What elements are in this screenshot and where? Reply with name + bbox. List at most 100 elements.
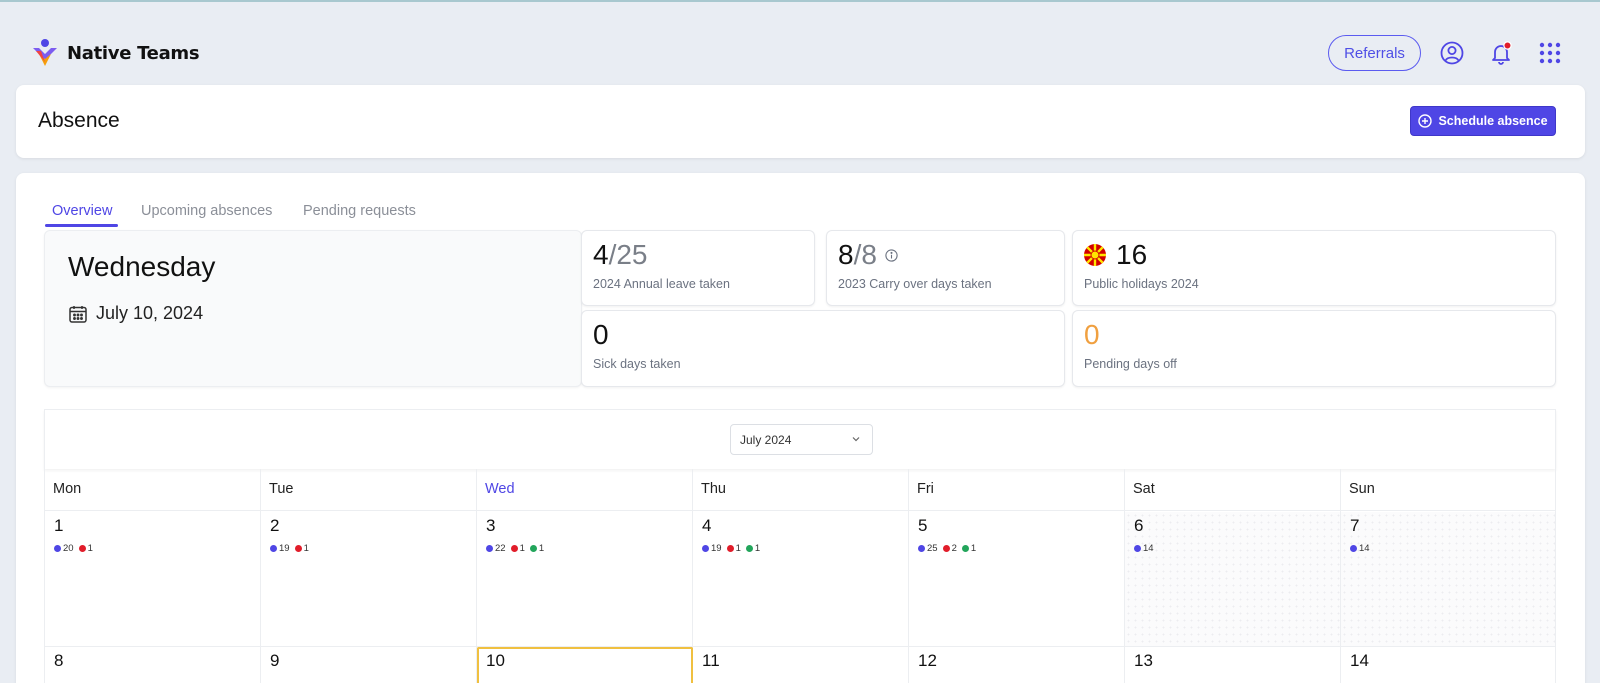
annual-leave-stat: 4/25 2024 Annual leave taken: [581, 230, 815, 306]
absence-count: 1: [303, 543, 309, 554]
calendar-day-cell[interactable]: 14: [1341, 647, 1557, 683]
day-number: 5: [918, 516, 928, 535]
absence-count-badge[interactable]: 19: [702, 543, 722, 554]
calendar-day-cell[interactable]: 4 19 1 1: [693, 512, 909, 646]
carry-over-value: 8/8: [838, 239, 898, 271]
notifications-bell-icon[interactable]: [1488, 40, 1514, 66]
public-holidays-label: Public holidays 2024: [1084, 277, 1199, 291]
absence-count: 20: [63, 543, 74, 554]
absence-count-badge[interactable]: 14: [1350, 543, 1370, 554]
tab-pending-requests[interactable]: Pending requests: [303, 203, 416, 219]
notification-dot: [1503, 41, 1512, 50]
blue-dot-icon: [54, 545, 61, 552]
calendar-day-cell[interactable]: 7 14: [1341, 512, 1557, 646]
absence-header-card: Absence Schedule absence: [16, 85, 1585, 158]
day-number: 6: [1134, 516, 1144, 535]
absence-count: 1: [538, 543, 545, 554]
absence-count: 19: [711, 543, 722, 554]
absence-count: 1: [754, 543, 761, 554]
schedule-absence-button[interactable]: Schedule absence: [1410, 106, 1556, 136]
sick-days-stat: 0 Sick days taken: [581, 310, 1065, 387]
absence-counts: 19 1: [270, 543, 309, 554]
absence-count: 2: [951, 543, 957, 554]
weekday-thu: Thu: [701, 481, 726, 497]
schedule-absence-label: Schedule absence: [1438, 114, 1548, 128]
day-number: 8: [54, 651, 64, 670]
absence-count-badge[interactable]: 14: [1134, 543, 1154, 554]
calendar-day-cell[interactable]: 11: [693, 647, 909, 683]
info-icon[interactable]: [885, 248, 898, 262]
day-number: 9: [270, 651, 280, 670]
blue-dot-icon: [1134, 545, 1141, 552]
calendar-day-cell[interactable]: 5 25 2 1: [909, 512, 1125, 646]
absence-count-badge[interactable]: 1: [294, 543, 309, 554]
calendar-day-cell[interactable]: 12: [909, 647, 1125, 683]
calendar-day-cell[interactable]: 8: [45, 647, 261, 683]
absence-count-badge[interactable]: 1: [745, 543, 761, 554]
blue-dot-icon: [486, 545, 493, 552]
public-holidays-count: 16: [1116, 239, 1148, 270]
absence-count-badge[interactable]: 22: [486, 543, 506, 554]
weekday-tue: Tue: [269, 481, 294, 497]
absence-count-badge[interactable]: 2: [942, 543, 957, 554]
calendar-day-cell[interactable]: 9: [261, 647, 477, 683]
day-number: 11: [702, 651, 720, 670]
absence-count-badge[interactable]: 1: [726, 543, 741, 554]
green-dot-icon: [745, 545, 753, 552]
absence-count-badge[interactable]: 1: [510, 543, 525, 554]
weekday-sat: Sat: [1133, 481, 1155, 497]
calendar-icon: [69, 305, 87, 323]
calendar-day-cell[interactable]: 3 22 1 1: [477, 512, 693, 646]
day-number: 1: [54, 516, 64, 535]
calendar-day-cell[interactable]: 2 19 1: [261, 512, 477, 646]
absence-counts: 25 2 1: [918, 543, 976, 554]
annual-leave-label: 2024 Annual leave taken: [593, 277, 730, 291]
blue-dot-icon: [1350, 545, 1357, 552]
referrals-button[interactable]: Referrals: [1328, 35, 1421, 71]
calendar-day-cell[interactable]: 1 20 1: [45, 512, 261, 646]
pending-days-stat: 0 Pending days off: [1072, 310, 1556, 387]
red-dot-icon: [942, 545, 950, 552]
carry-over-label: 2023 Carry over days taken: [838, 277, 992, 291]
today-panel: Wednesday July 10, 2024: [44, 230, 582, 387]
apps-grid-icon[interactable]: [1537, 40, 1563, 66]
plus-circle-icon: [1418, 114, 1433, 128]
absence-count-badge[interactable]: 1: [529, 543, 545, 554]
sick-days-value: 0: [593, 319, 609, 350]
absence-counts: 22 1 1: [486, 543, 544, 554]
absence-count: 25: [927, 543, 938, 554]
absence-counts: 19 1 1: [702, 543, 760, 554]
blue-dot-icon: [918, 545, 925, 552]
pending-days-value: 0: [1084, 319, 1100, 350]
window-top-border: [0, 0, 1600, 2]
calendar-day-cell[interactable]: 6 14: [1125, 512, 1341, 646]
absence-count-badge[interactable]: 1: [961, 543, 976, 554]
user-profile-icon[interactable]: [1439, 40, 1465, 66]
green-dot-icon: [961, 545, 969, 552]
month-select[interactable]: July 2024: [730, 424, 873, 455]
red-dot-icon: [294, 545, 302, 552]
absence-count-badge[interactable]: 25: [918, 543, 938, 554]
app-name: Native Teams: [67, 42, 200, 64]
day-number: 4: [702, 516, 712, 535]
day-number: 2: [270, 516, 280, 535]
absence-count-badge[interactable]: 20: [54, 543, 74, 554]
absence-count-badge[interactable]: 1: [78, 543, 93, 554]
weekday-mon: Mon: [53, 481, 82, 497]
absence-count: 1: [87, 543, 93, 554]
tab-overview[interactable]: Overview: [52, 203, 112, 219]
weekday-wed: Wed: [485, 481, 515, 497]
today-highlight: [477, 647, 693, 683]
sick-days-label: Sick days taken: [593, 357, 681, 371]
red-dot-icon: [726, 545, 734, 552]
tab-upcoming-absences[interactable]: Upcoming absences: [141, 203, 272, 219]
absence-count-badge[interactable]: 19: [270, 543, 290, 554]
public-holidays-value: 16: [1084, 239, 1147, 271]
weekday-header-row: Mon Tue Wed Thu Fri Sat Sun: [44, 469, 1556, 511]
active-tab-indicator: [45, 224, 118, 227]
calendar-day-cell[interactable]: 13: [1125, 647, 1341, 683]
brand-logo[interactable]: Native Teams: [31, 38, 200, 68]
day-number: 12: [918, 651, 937, 670]
chevron-down-icon: [852, 437, 860, 442]
absence-count: 19: [279, 543, 290, 554]
